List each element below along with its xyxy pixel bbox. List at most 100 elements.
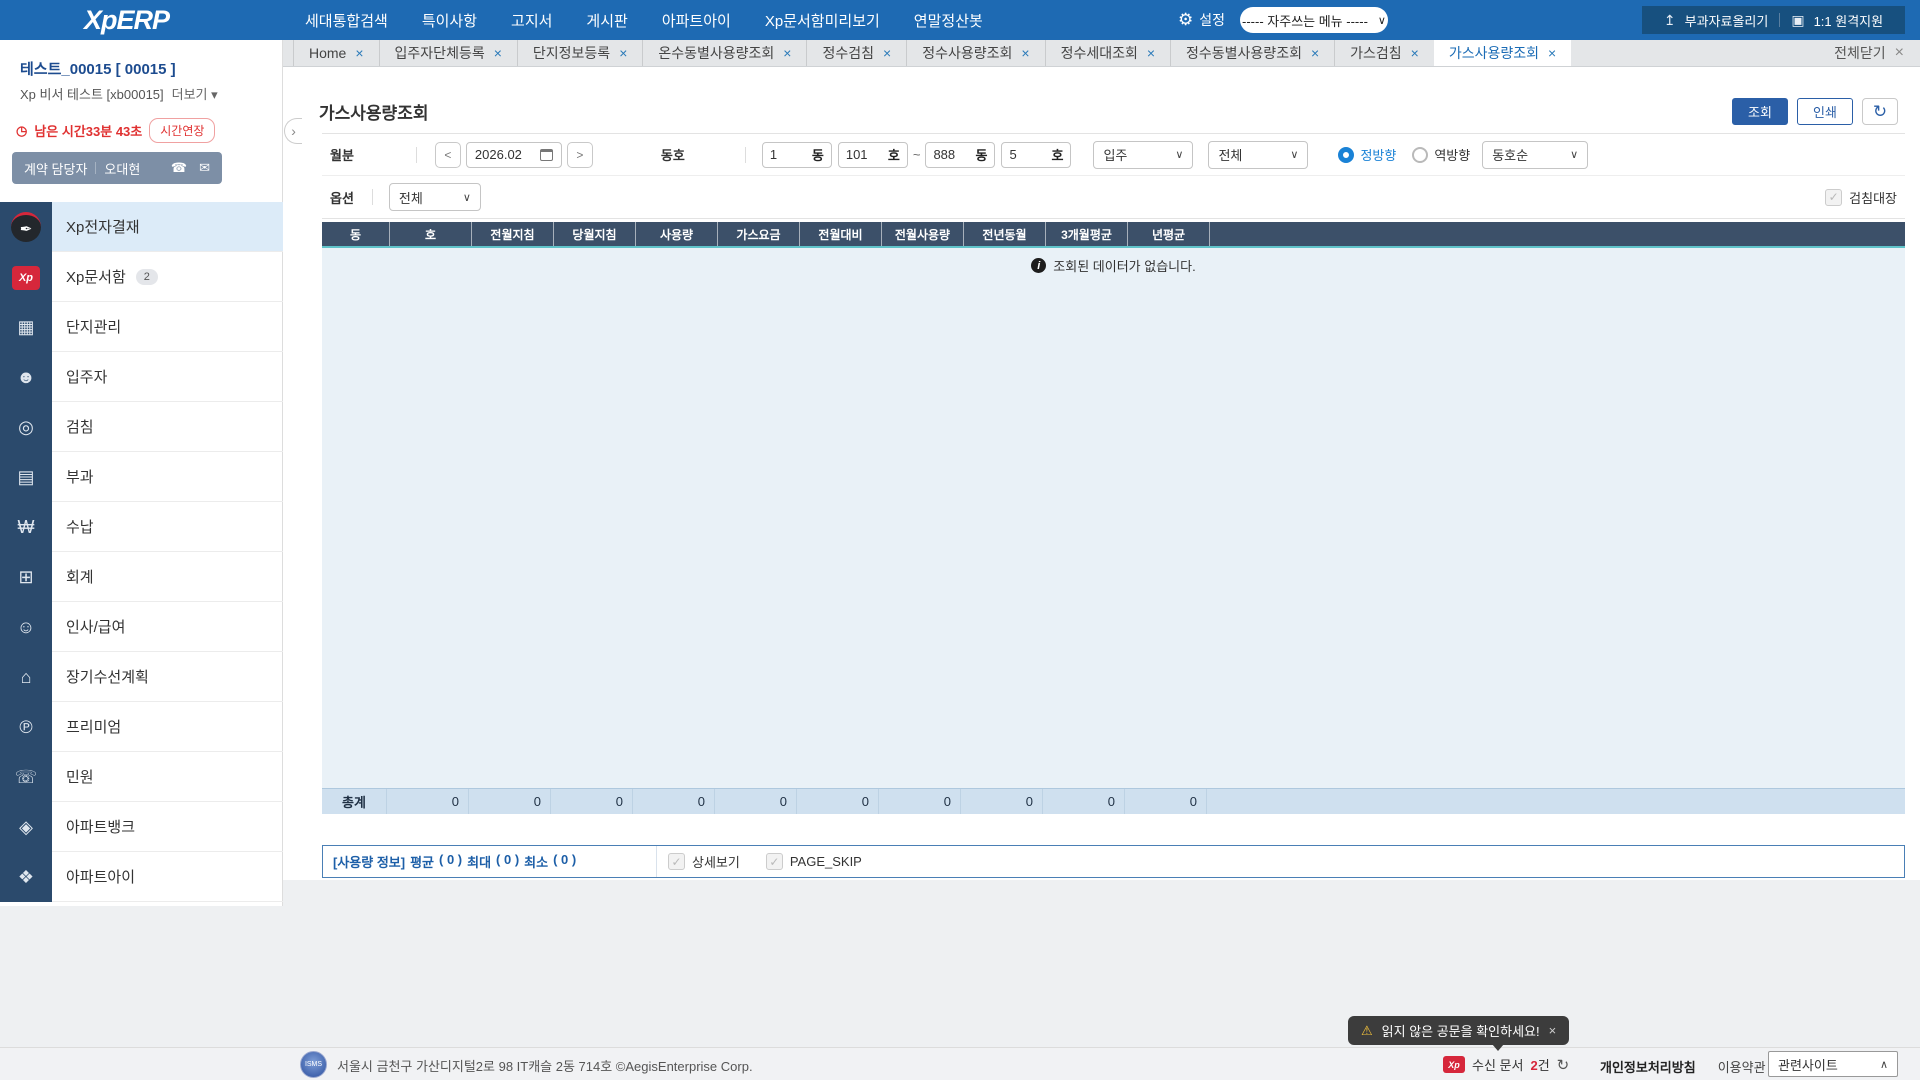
received-documents[interactable]: Xp 수신 문서 2건 ↻ [1443,1055,1569,1074]
sidebar-collapse-button[interactable]: ‹ [284,118,302,144]
column-header[interactable]: 전월지침 [472,222,554,246]
sidebar-menu-item[interactable]: ☺ 인사/급여 [0,602,283,652]
top-menu-item[interactable]: 아파트아이 [662,10,731,31]
option-select[interactable]: 전체 ∨ [388,183,481,211]
close-tab-icon[interactable]: × [1147,45,1155,61]
privacy-policy-link[interactable]: 개인정보처리방침 [1600,1057,1696,1076]
close-tab-icon[interactable]: × [355,45,363,61]
column-header[interactable]: 년평균 [1128,222,1210,246]
upload-billing-data-button[interactable]: 부과자료올리기 [1685,11,1769,30]
tab[interactable]: 온수동별사용량조회 × [642,40,806,66]
column-header[interactable]: 당월지침 [554,222,636,246]
accounting-icon: ⊞ [18,566,34,587]
state-select[interactable]: 전체 ∨ [1208,140,1309,169]
premium-icon: ℗ [19,716,33,737]
print-button[interactable]: 인쇄 [1797,98,1853,125]
close-tab-icon[interactable]: × [1548,45,1556,61]
favorites-menu-dropdown[interactable]: ----- 자주쓰는 메뉴 ----- ∨ [1240,7,1388,33]
column-header[interactable]: 3개월평균 [1046,222,1128,246]
sidebar-menu-item[interactable]: ✒ Xp전자결재 [0,202,283,252]
sort-order-select[interactable]: 동호순 ∨ [1482,140,1589,169]
sidebar-menu-item[interactable]: ⌂ 장기수선계획 [0,652,283,702]
month-label: 월분 [330,148,354,163]
tab[interactable]: 단지정보등록 × [516,40,642,66]
column-header[interactable]: 전월대비 [800,222,882,246]
terms-link[interactable]: 이용약관 [1718,1057,1766,1076]
column-header[interactable]: 전월사용량 [882,222,964,246]
top-menu-item[interactable]: 세대통합검색 [305,10,388,31]
column-header-filler [1210,222,1905,246]
next-month-button[interactable]: > [566,141,593,168]
meter-book-checkbox[interactable]: ✓ [1825,188,1843,206]
occupancy-select[interactable]: 입주 ∨ [1093,140,1194,169]
divider [1779,13,1781,27]
top-menu-item[interactable]: 특이사항 [422,10,477,31]
tab-label: 정수사용량조회 [922,45,1013,61]
detail-view-checkbox[interactable]: ✓ [668,853,685,870]
sidebar-menu-item[interactable]: ℗ 프리미엄 [0,702,283,752]
sidebar-menu-item[interactable]: ₩ 수납 [0,502,283,552]
filter-row-2: 옵션 전체 ∨ ✓ 검침대장 [322,176,1905,218]
top-menu-item[interactable]: Xp문서함미리보기 [765,10,880,31]
search-button[interactable]: 조회 [1732,98,1788,125]
extend-time-button[interactable]: 시간연장 [149,118,216,143]
refresh-icon[interactable]: ↻ [1557,1056,1570,1074]
settings-button[interactable]: ⚙ 설정 [1178,0,1225,40]
sidebar-menu-item[interactable]: ☏ 민원 [0,752,283,802]
top-menu-item[interactable]: 게시판 [586,10,627,31]
close-tab-icon[interactable]: × [883,45,891,61]
tab[interactable]: 정수세대조회 × [1044,40,1170,66]
top-menu-item[interactable]: 고지서 [511,10,552,31]
close-tab-icon[interactable]: × [1021,45,1029,61]
forward-radio[interactable] [1338,146,1355,163]
column-header[interactable]: 가스요금 [718,222,800,246]
mail-icon[interactable]: ✉ [199,160,210,176]
close-tab-icon[interactable]: × [494,45,502,61]
month-picker[interactable]: 2026.02 [465,141,562,168]
sidebar-menu-item[interactable]: Xp Xp문서함 2 [0,252,283,302]
sidebar-menu-item[interactable]: ☻ 입주자 [0,352,283,402]
sidebar-menu-item[interactable]: ◈ 아파트뱅크 [0,802,283,852]
sidebar-menu-item[interactable]: ⊞ 회계 [0,552,283,602]
dong-from-input[interactable]: 1동 [761,141,832,168]
tab-label: 가스검침 [1350,45,1402,61]
related-sites-dropdown[interactable]: 관련사이트 ∧ [1768,1051,1898,1077]
ho-from-input[interactable]: 101 호 [837,141,908,168]
tab-label: 단지정보등록 [532,45,611,61]
page-skip-checkbox[interactable]: ✓ [765,853,783,870]
tab[interactable]: 입주자단체등록 × [378,40,517,66]
tab[interactable]: 정수사용량조회 × [906,40,1044,66]
prev-month-button[interactable]: < [434,141,461,168]
column-header[interactable]: 전년동월 [964,222,1046,246]
tab-label: 정수동별사용량조회 [1186,45,1302,61]
close-tab-icon[interactable]: × [1411,45,1419,61]
remote-support-button[interactable]: 1:1 원격지원 [1814,11,1884,30]
more-button[interactable]: 더보기 ▾ [172,84,218,103]
tab[interactable]: 가스사용량조회 × [1433,40,1572,66]
close-all-tabs-button[interactable]: 전체닫기 × [1834,43,1904,63]
column-header[interactable]: 호 [390,222,472,246]
close-tab-icon[interactable]: × [1311,45,1319,61]
column-header[interactable]: 사용량 [636,222,718,246]
tab[interactable]: Home × [293,40,379,66]
total-cell: 0 [715,789,797,814]
tab[interactable]: 정수검침 × [806,40,906,66]
close-tab-icon[interactable]: × [783,45,791,61]
column-header[interactable]: 동 [322,222,390,246]
sidebar-menu-item[interactable]: ▤ 부과 [0,452,283,502]
top-menu-item[interactable]: 연말정산봇 [914,10,983,31]
refresh-button[interactable]: ↻ [1862,98,1898,125]
tab[interactable]: 정수동별사용량조회 × [1170,40,1334,66]
total-cell: 0 [633,789,715,814]
backward-radio[interactable] [1412,146,1429,163]
close-toast-icon[interactable]: × [1549,1023,1557,1038]
close-tab-icon[interactable]: × [619,45,627,61]
ho-to-input[interactable]: 5호 [1001,141,1072,168]
phone-icon[interactable]: ☎ [171,160,187,176]
sidebar-menu-item[interactable]: ▦ 단지관리 [0,302,283,352]
top-bar: XpERP 세대통합검색 특이사항 고지서 게시판 아파트아이 Xp문서함미리보기 연말정산… [0,0,1920,40]
tab[interactable]: 가스검침 × [1334,40,1434,66]
sidebar-menu-item[interactable]: ❖ 아파트아이 [0,852,283,902]
sidebar-menu-item[interactable]: ◎ 검침 [0,402,283,452]
dong-to-input[interactable]: 888 동 [925,141,996,168]
